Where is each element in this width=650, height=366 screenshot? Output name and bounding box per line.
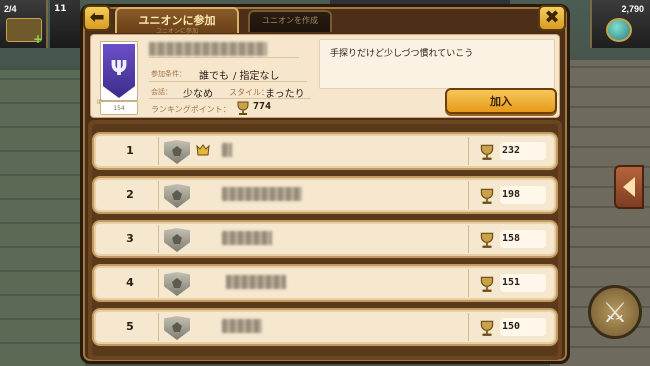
member-name-redacted xyxy=(222,187,302,201)
gem-icon xyxy=(606,18,632,42)
league-crest-icon xyxy=(164,184,190,208)
tab-create-union[interactable]: ユニオンを作成 xyxy=(248,10,332,32)
hud-left-count: 2/4 xyxy=(4,4,17,14)
member-score: 158 xyxy=(500,230,546,248)
hud-resource-left[interactable]: 2/4 + xyxy=(0,0,48,48)
divider xyxy=(149,98,311,99)
row-divider xyxy=(158,313,159,341)
join-button-label: 加入 xyxy=(490,95,512,108)
union-emblem: Ψ xyxy=(100,41,138,101)
member-row[interactable]: 1 232 xyxy=(92,132,558,170)
hud-left2-count: 11 xyxy=(54,4,67,14)
member-row[interactable]: 4 151 xyxy=(92,264,558,302)
row-divider xyxy=(158,137,159,165)
member-score: 232 xyxy=(500,142,546,160)
hud-right-count: 2,790 xyxy=(621,4,644,14)
back-button[interactable]: ⬅ xyxy=(83,5,111,31)
member-row[interactable]: 2 198 xyxy=(92,176,558,214)
trophy-icon xyxy=(480,320,494,336)
member-rank: 2 xyxy=(126,188,134,201)
chat-label: 会話： xyxy=(151,88,172,96)
trident-icon: Ψ xyxy=(110,56,128,80)
trophy-icon xyxy=(480,232,494,248)
union-info-card: Ψ ID 154 参加条件： 誰でも / 指定なし 会話： 少なめ スタイル： … xyxy=(90,34,560,118)
union-name-redacted xyxy=(149,42,267,56)
row-divider xyxy=(468,225,469,253)
plus-icon[interactable]: + xyxy=(33,32,43,46)
league-crest-icon xyxy=(164,316,190,340)
tab-create-label: ユニオンを作成 xyxy=(262,16,318,25)
member-list[interactable]: 1 232 2 198 3 158 4 151 5 150 xyxy=(92,128,558,356)
battle-button[interactable] xyxy=(588,285,642,339)
row-divider xyxy=(158,181,159,209)
ranking-points-label: ランキングポイント： xyxy=(151,105,231,114)
row-divider xyxy=(158,269,159,297)
tab-join-union[interactable]: ユニオンに参加 ユニオンに参加 xyxy=(115,7,239,35)
member-rank: 1 xyxy=(126,144,134,157)
row-divider xyxy=(158,225,159,253)
member-row[interactable]: 5 150 xyxy=(92,308,558,346)
member-rank: 5 xyxy=(126,320,134,333)
divider xyxy=(149,81,307,82)
hud-resource-right[interactable]: 2,790 xyxy=(590,0,650,48)
member-name-redacted xyxy=(222,319,262,333)
union-comment: 手探りだけど少しづつ慣れていこう xyxy=(330,49,474,59)
shield-icon: Ψ xyxy=(103,44,135,98)
row-divider xyxy=(468,269,469,297)
union-comment-box: 手探りだけど少しづつ慣れていこう xyxy=(319,39,555,89)
castle-wall-left xyxy=(0,70,85,366)
leader-badge-icon xyxy=(196,144,210,156)
hud-resource-left-2[interactable]: 11 xyxy=(50,0,80,48)
union-id-value: 154 xyxy=(100,101,138,115)
row-divider xyxy=(468,313,469,341)
trophy-icon xyxy=(480,188,494,204)
trophy-icon xyxy=(237,101,249,115)
ranking-points-value: 774 xyxy=(253,101,272,112)
league-crest-icon xyxy=(164,228,190,252)
league-crest-icon xyxy=(164,140,190,164)
style-label: スタイル： xyxy=(229,88,269,97)
trophy-icon xyxy=(480,144,494,160)
member-name-redacted xyxy=(222,231,272,245)
join-condition-value-2: / 指定なし xyxy=(233,71,280,82)
close-button[interactable]: ✖ xyxy=(538,5,566,31)
row-divider xyxy=(468,137,469,165)
member-rank: 4 xyxy=(126,276,134,289)
member-name-redacted xyxy=(226,275,286,289)
side-panel-arrow-button[interactable] xyxy=(614,165,644,209)
close-x-icon: ✖ xyxy=(544,7,560,28)
member-rank: 3 xyxy=(126,232,134,245)
trophy-icon xyxy=(480,276,494,292)
member-row[interactable]: 3 158 xyxy=(92,220,558,258)
divider xyxy=(149,57,299,58)
row-divider xyxy=(468,181,469,209)
league-crest-icon xyxy=(164,272,190,296)
join-condition-label: 参加条件： xyxy=(151,70,186,78)
join-condition-value: 誰でも xyxy=(199,71,229,82)
join-button[interactable]: 加入 xyxy=(445,88,557,114)
member-score: 151 xyxy=(500,274,546,292)
member-score: 198 xyxy=(500,186,546,204)
member-score: 150 xyxy=(500,318,546,336)
back-arrow-icon: ⬅ xyxy=(89,7,105,28)
member-name-redacted xyxy=(222,143,232,157)
